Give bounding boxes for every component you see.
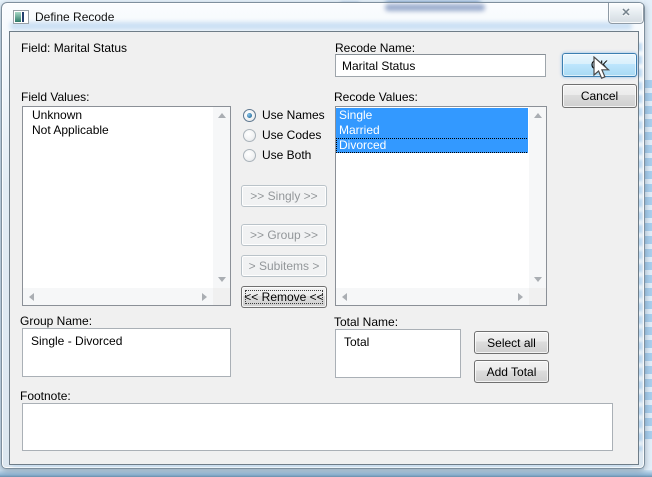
scroll-right-arrow[interactable] [512, 288, 529, 305]
scroll-left-arrow[interactable] [336, 288, 353, 305]
total-name-box[interactable]: Total [335, 329, 461, 378]
list-item[interactable]: Not Applicable [23, 123, 213, 138]
recode-values-listbox[interactable]: Single Married Divorced [335, 106, 547, 306]
singly-button[interactable]: >> Singly >> [241, 185, 327, 207]
list-item[interactable]: Divorced [336, 138, 529, 153]
define-recode-dialog: Define Recode ✕ Field: Marital Status Re… [1, 2, 645, 469]
horizontal-scrollbar[interactable] [336, 287, 529, 305]
right-triangle-icon [202, 293, 207, 301]
group-name-label: Group Name: [20, 314, 92, 328]
group-name-box[interactable]: Single - Divorced [22, 328, 231, 377]
scroll-up-arrow[interactable] [213, 107, 230, 124]
scroll-down-arrow[interactable] [529, 271, 546, 288]
close-icon: ✕ [621, 8, 630, 19]
subitems-button[interactable]: > Subitems > [241, 255, 327, 277]
scroll-right-arrow[interactable] [196, 288, 213, 305]
horizontal-scrollbar[interactable] [23, 287, 213, 305]
mouse-cursor [592, 56, 612, 82]
vertical-scrollbar[interactable] [528, 107, 546, 288]
recode-name-input[interactable] [335, 54, 546, 77]
radio-label: Use Names [262, 108, 325, 122]
radio-label: Use Both [262, 148, 311, 162]
radio-unselected-icon [243, 129, 256, 142]
titlebar[interactable]: Define Recode [2, 3, 644, 31]
cancel-button[interactable]: Cancel [562, 84, 637, 108]
recode-name-label: Recode Name: [335, 41, 415, 55]
radio-use-both[interactable]: Use Both [243, 148, 311, 162]
footnote-label: Footnote: [20, 389, 71, 403]
app-icon [13, 10, 29, 24]
up-triangle-icon [218, 113, 226, 118]
background-bottom-edge [0, 470, 652, 477]
add-total-button[interactable]: Add Total [474, 360, 549, 383]
scrollbar-corner [529, 288, 546, 305]
radio-unselected-icon [243, 149, 256, 162]
scroll-down-arrow[interactable] [213, 271, 230, 288]
field-value-text: Marital Status [54, 41, 127, 55]
close-button[interactable]: ✕ [608, 3, 644, 24]
down-triangle-icon [534, 277, 542, 282]
background-scrollbar-fragment [644, 80, 652, 440]
recode-values-items: Single Married Divorced [336, 108, 529, 288]
field-label: Field: Marital Status [21, 41, 127, 55]
scroll-left-arrow[interactable] [23, 288, 40, 305]
field-values-listbox[interactable]: Unknown Not Applicable [22, 106, 231, 306]
dialog-client-area: Field: Marital Status Recode Name: OK Ca… [9, 31, 639, 465]
radio-selected-icon [243, 109, 256, 122]
vertical-scrollbar[interactable] [212, 107, 230, 288]
footnote-box[interactable] [22, 403, 613, 451]
select-all-button[interactable]: Select all [474, 331, 549, 354]
left-triangle-icon [29, 293, 34, 301]
list-item[interactable]: Unknown [23, 108, 213, 123]
radio-use-names[interactable]: Use Names [243, 108, 325, 122]
window-title: Define Recode [35, 10, 114, 24]
list-item[interactable]: Married [336, 123, 529, 138]
right-triangle-icon [518, 293, 523, 301]
scrollbar-corner [213, 288, 230, 305]
radio-label: Use Codes [262, 128, 321, 142]
left-triangle-icon [342, 293, 347, 301]
scroll-up-arrow[interactable] [529, 107, 546, 124]
total-name-label: Total Name: [334, 315, 398, 329]
remove-button[interactable]: << Remove << [241, 286, 327, 308]
field-values-label: Field Values: [21, 90, 89, 104]
group-button[interactable]: >> Group >> [241, 224, 327, 246]
recode-values-label: Recode Values: [334, 90, 418, 104]
radio-use-codes[interactable]: Use Codes [243, 128, 321, 142]
up-triangle-icon [534, 113, 542, 118]
down-triangle-icon [218, 277, 226, 282]
field-label-text: Field: [21, 41, 50, 55]
field-values-items: Unknown Not Applicable [23, 108, 213, 288]
list-item[interactable]: Single [336, 108, 529, 123]
